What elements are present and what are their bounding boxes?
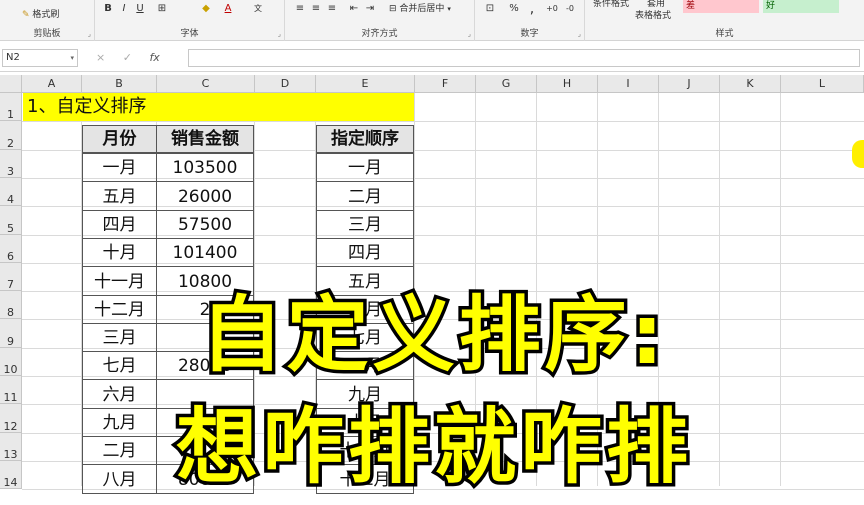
align-left-icon[interactable]: ≡ <box>293 2 307 16</box>
merge-icon: ⊟ <box>389 4 397 14</box>
column-header-e[interactable]: E <box>316 75 415 93</box>
column-header-k[interactable]: K <box>720 75 781 93</box>
table-format-label: 表格格式 <box>635 11 672 21</box>
comma-style-icon[interactable]: , <box>525 2 539 16</box>
table-cell-sales[interactable]: 103500 <box>156 153 254 182</box>
number-label: 数字 <box>520 29 539 39</box>
percent-button[interactable]: % <box>507 2 521 16</box>
conditional-format-button[interactable]: 条件格式 <box>593 0 629 11</box>
cursor-highlight <box>852 140 864 168</box>
bad-style-cell[interactable]: 差 <box>683 0 759 13</box>
table-cell-order[interactable]: 一月 <box>316 153 414 182</box>
column-header-h[interactable]: H <box>537 75 598 93</box>
column-header-d[interactable]: D <box>255 75 316 93</box>
increase-decimal-icon[interactable]: +0 <box>545 2 559 16</box>
brush-icon: ✎ <box>22 10 30 20</box>
underline-button[interactable]: U <box>133 2 147 16</box>
row-header-1[interactable]: 1 <box>0 93 22 121</box>
table-cell-month[interactable]: 十月 <box>82 238 157 267</box>
launcher-icon[interactable]: ⌟ <box>578 30 581 38</box>
decrease-indent-icon[interactable]: ⇤ <box>347 2 361 16</box>
select-all-corner[interactable] <box>0 75 22 93</box>
align-right-icon[interactable]: ≡ <box>325 2 339 16</box>
gridline <box>22 121 864 122</box>
number-group: ⊡ % , +0 -0 数字 ⌟ <box>475 0 585 41</box>
merge-center-button[interactable]: ⊟ 合并后居中 ▾ <box>389 2 451 16</box>
overlay-caption-line1: 自定义排序: <box>197 285 668 387</box>
clipboard-label: 剪贴板 <box>33 29 61 39</box>
column-header-c[interactable]: C <box>157 75 255 93</box>
decrease-decimal-icon[interactable]: -0 <box>563 2 577 16</box>
column-header-l[interactable]: L <box>781 75 864 93</box>
chevron-down-icon: ▾ <box>70 54 74 62</box>
column-header-a[interactable]: A <box>22 75 82 93</box>
table-cell-sales[interactable]: 26000 <box>156 181 254 211</box>
italic-button[interactable]: I <box>117 2 131 16</box>
clipboard-group: ✎ 格式刷 剪贴板 ⌟ <box>0 0 95 41</box>
table-header-month[interactable]: 月份 <box>82 125 157 153</box>
increase-indent-icon[interactable]: ⇥ <box>363 2 377 16</box>
column-header-b[interactable]: B <box>82 75 157 93</box>
table-cell-order[interactable]: 三月 <box>316 210 414 239</box>
row-header-2[interactable]: 2 <box>0 121 22 150</box>
styles-group: 条件格式 套用 表格格式 差 好 样式 <box>585 0 864 41</box>
chevron-down-icon: ▾ <box>447 5 451 13</box>
format-painter-button[interactable]: ✎ 格式刷 <box>22 8 59 22</box>
column-header-j[interactable]: J <box>659 75 720 93</box>
row-header-3[interactable]: 3 <box>0 150 22 178</box>
confirm-icon[interactable]: ✓ <box>123 51 132 64</box>
table-cell-order[interactable]: 二月 <box>316 181 414 211</box>
row-header-5[interactable]: 5 <box>0 206 22 235</box>
column-header-f[interactable]: F <box>415 75 476 93</box>
alignment-label: 对齐方式 <box>361 29 398 39</box>
overlay-caption-line2: 想咋排就咋排 <box>172 397 692 499</box>
styles-label: 样式 <box>715 29 734 39</box>
font-color-icon[interactable]: A <box>221 2 235 16</box>
bold-button[interactable]: B <box>101 2 115 16</box>
row-header-4[interactable]: 4 <box>0 178 22 206</box>
column-header-g[interactable]: G <box>476 75 537 93</box>
cancel-icon[interactable]: × <box>96 51 105 64</box>
table-header-sales[interactable]: 销售金额 <box>156 125 254 153</box>
launcher-icon[interactable]: ⌟ <box>468 30 471 38</box>
insert-function-icon[interactable]: fx <box>149 51 159 64</box>
formula-input[interactable] <box>188 49 860 67</box>
table-header-order[interactable]: 指定顺序 <box>316 125 414 153</box>
table-cell-order[interactable]: 四月 <box>316 238 414 267</box>
launcher-icon[interactable]: ⌟ <box>278 30 281 38</box>
column-header-i[interactable]: I <box>598 75 659 93</box>
ribbon: ✎ 格式刷 剪贴板 ⌟ B I U ⊞ ◆ A 文 字体 ⌟ ≡ ≡ ≡ ⇤ ⇥… <box>0 0 864 41</box>
row-header-6[interactable]: 6 <box>0 235 22 263</box>
table-cell-month[interactable]: 一月 <box>82 153 157 182</box>
currency-icon[interactable]: ⊡ <box>483 2 497 16</box>
alignment-group: ≡ ≡ ≡ ⇤ ⇥ ⊟ 合并后居中 ▾ 对齐方式 ⌟ <box>285 0 475 41</box>
align-center-icon[interactable]: ≡ <box>309 2 323 16</box>
phonetic-icon[interactable]: 文 <box>251 2 265 16</box>
font-group: B I U ⊞ ◆ A 文 字体 ⌟ <box>95 0 285 41</box>
table-cell-month[interactable]: 四月 <box>82 210 157 239</box>
fill-color-icon[interactable]: ◆ <box>199 2 213 16</box>
table-cell-month[interactable]: 五月 <box>82 181 157 211</box>
launcher-icon[interactable]: ⌟ <box>88 30 91 38</box>
good-style-cell[interactable]: 好 <box>763 0 839 13</box>
formula-bar: N2 ▾ × ✓ fx <box>0 42 864 72</box>
name-box[interactable]: N2 ▾ <box>2 49 78 67</box>
table-cell-sales[interactable]: 101400 <box>156 238 254 267</box>
sheet-title-cell[interactable]: 1、自定义排序 <box>23 93 414 121</box>
font-label: 字体 <box>180 29 199 39</box>
table-cell-sales[interactable]: 57500 <box>156 210 254 239</box>
border-icon[interactable]: ⊞ <box>155 2 169 16</box>
